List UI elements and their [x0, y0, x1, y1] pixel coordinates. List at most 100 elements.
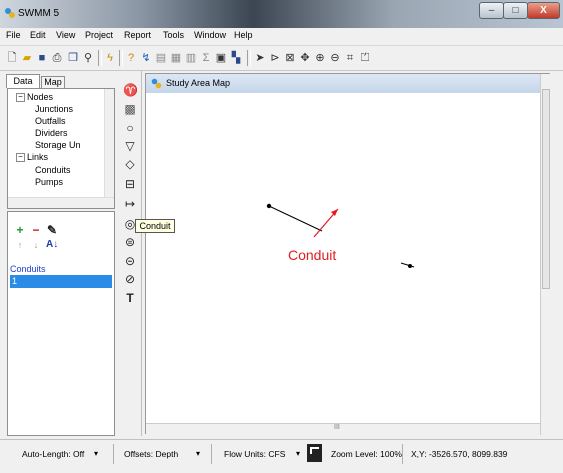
tab-map[interactable]: Map [41, 76, 65, 88]
divider-icon[interactable]: ◇ [123, 157, 137, 171]
label-text-icon[interactable]: T [123, 291, 137, 305]
tree-item-storage-units[interactable]: Storage Un [35, 140, 81, 150]
map-horizontal-scrollbar[interactable]: III [146, 423, 540, 435]
move-up-button[interactable]: ↑ [14, 239, 26, 251]
junction-icon[interactable]: ○ [123, 121, 137, 135]
map-vertical-scrollbar[interactable] [540, 74, 552, 435]
zoom-level-status: Zoom Level: 100% [331, 449, 402, 459]
sort-button[interactable]: A↓ [46, 239, 58, 251]
offsets-dropdown-icon[interactable]: ▾ [196, 449, 200, 458]
study-area-map-window: Study Area Map III [145, 73, 552, 435]
menu-tools[interactable]: Tools [163, 30, 184, 40]
region-icon[interactable]: ⊠ [283, 51, 297, 65]
conduit-link-line[interactable] [268, 205, 323, 232]
measure-icon[interactable]: ⏍ [358, 51, 372, 65]
rain-gage-icon[interactable]: ♈ [123, 83, 138, 97]
find-icon[interactable]: ⚲ [81, 51, 95, 65]
flow-units-status[interactable]: Flow Units: CFS [224, 449, 285, 459]
conduit-annotation-label: Conduit [288, 247, 337, 263]
menu-project[interactable]: Project [85, 30, 113, 40]
zoom-out-icon[interactable]: ⊖ [328, 51, 342, 65]
menu-view[interactable]: View [56, 30, 75, 40]
toolbar-separator [119, 50, 123, 66]
subcatchment-icon[interactable]: ▩ [123, 102, 137, 116]
query-icon[interactable]: ? [124, 51, 138, 65]
xy-coordinate-status: X,Y: -3526.570, 8099.839 [411, 449, 508, 459]
select-icon[interactable]: ➤ [253, 51, 267, 65]
outlet-icon[interactable]: ⊘ [123, 272, 137, 286]
map-window-title: Study Area Map [166, 78, 231, 88]
swmm-app-icon [5, 8, 15, 18]
full-extent-icon[interactable]: ⌗ [343, 51, 357, 65]
copy-icon[interactable]: ❐ [66, 51, 80, 65]
tab-data[interactable]: Data [6, 74, 40, 88]
flow-direction-icon [307, 444, 322, 462]
maximize-button[interactable]: □ [503, 2, 528, 19]
tree-vertical-scrollbar[interactable] [104, 89, 114, 197]
annotation-arrowhead [331, 209, 338, 216]
save-icon[interactable]: ■ [35, 51, 49, 65]
run-icon[interactable]: ϟ [103, 51, 117, 65]
close-button[interactable]: X [527, 2, 560, 19]
tree-item-links[interactable]: Links [27, 152, 48, 162]
auto-length-status[interactable]: Auto-Length: Off [22, 449, 84, 459]
graph-icon[interactable]: ↯ [139, 51, 153, 65]
map-window-title-bar: Study Area Map [146, 74, 549, 93]
flow-units-dropdown-icon[interactable]: ▾ [296, 449, 300, 458]
new-file-icon[interactable]: 🗋 [5, 51, 19, 65]
palette-tooltip: Conduit [135, 219, 175, 233]
map-window-icon [151, 78, 162, 89]
add-object-button[interactable]: + [14, 224, 26, 236]
profile-icon[interactable]: ▤ [154, 51, 168, 65]
stats-icon[interactable]: ▥ [184, 51, 198, 65]
move-down-button[interactable]: ↓ [30, 239, 42, 251]
conduit-icon[interactable]: ↦ [123, 197, 137, 211]
menu-report[interactable]: Report [124, 30, 151, 40]
auto-length-dropdown-icon[interactable]: ▾ [94, 449, 98, 458]
collapse-nodes-icon[interactable]: − [16, 93, 25, 102]
collapse-links-icon[interactable]: − [16, 153, 25, 162]
tree-item-dividers[interactable]: Dividers [35, 128, 68, 138]
options-icon[interactable]: ▣ [214, 51, 228, 65]
toolbar-separator [98, 50, 102, 66]
object-palette: ♈ ▩ ○ ▽ ◇ ⊟ ↦ ◎ ⊜ ⊝ ⊘ T [119, 71, 142, 436]
tree-item-nodes[interactable]: Nodes [27, 92, 53, 102]
map-canvas[interactable] [146, 94, 540, 423]
tree-item-outfalls[interactable]: Outfalls [35, 116, 66, 126]
object-tree[interactable]: − Nodes Junctions Outfalls Dividers Stor… [7, 88, 115, 209]
open-folder-icon[interactable]: ▰ [20, 51, 34, 65]
map-vertical-scroll-thumb[interactable] [542, 89, 550, 289]
cursor-link-line [400, 262, 415, 268]
menu-window[interactable]: Window [194, 30, 226, 40]
zoom-in-icon[interactable]: ⊕ [313, 51, 327, 65]
edit-object-button[interactable]: ✎ [46, 224, 58, 236]
tree-item-conduits[interactable]: Conduits [35, 165, 71, 175]
menu-file[interactable]: File [6, 30, 21, 40]
arrange-icon[interactable]: ▚ [229, 51, 243, 65]
vertex-icon[interactable]: ⊳ [268, 51, 282, 65]
table-icon[interactable]: ▦ [169, 51, 183, 65]
tree-horizontal-scrollbar[interactable] [8, 197, 114, 208]
outfall-icon[interactable]: ▽ [123, 139, 137, 153]
sum-icon[interactable]: Σ [199, 51, 213, 65]
list-item[interactable]: 1 [10, 275, 112, 288]
window-title: SWMM 5 [18, 8, 60, 19]
print-icon[interactable]: ⎙ [50, 51, 64, 65]
minimize-button[interactable]: – [479, 2, 504, 19]
tree-item-junctions[interactable]: Junctions [35, 104, 73, 114]
pan-icon[interactable]: ✥ [298, 51, 312, 65]
object-category-label: Conduits [10, 264, 46, 274]
project-browser: Data Map − Nodes Junctions Outfalls Divi… [4, 71, 117, 436]
tree-item-pumps[interactable]: Pumps [35, 177, 63, 187]
menu-help[interactable]: Help [234, 30, 253, 40]
scroll-grip: III [334, 424, 340, 431]
menu-edit[interactable]: Edit [30, 30, 46, 40]
node-point[interactable] [266, 203, 272, 209]
storage-unit-icon[interactable]: ⊟ [123, 177, 137, 191]
offsets-status[interactable]: Offsets: Depth [124, 449, 178, 459]
cursor-node-point [408, 264, 412, 268]
delete-object-button[interactable]: − [30, 224, 42, 236]
weir-icon[interactable]: ⊝ [123, 254, 137, 268]
orifice-icon[interactable]: ⊜ [123, 235, 137, 249]
main-toolbar: 🗋 ▰ ■ ⎙ ❐ ⚲ ϟ ? ↯ ▤ ▦ ▥ Σ ▣ ▚ ➤ ⊳ ⊠ ✥ ⊕ … [0, 45, 563, 71]
